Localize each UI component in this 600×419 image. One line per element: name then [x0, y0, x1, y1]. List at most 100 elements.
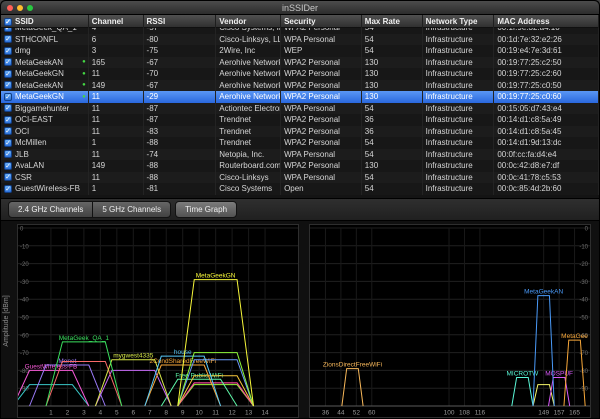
cell-channel: 11	[89, 149, 144, 161]
svg-text:149: 149	[538, 410, 549, 417]
row-checkbox[interactable]: ✓	[4, 47, 12, 55]
ssid-label: OCI-EAST	[15, 115, 53, 124]
cell-channel: 149	[89, 160, 144, 172]
row-checkbox[interactable]: ✓	[4, 116, 12, 124]
cell-vendor: Trendnet	[216, 137, 281, 149]
cell-ssid: ✓MetaGeekGN●	[1, 91, 89, 103]
network-label: house	[174, 349, 192, 356]
column-header-security[interactable]: Security	[281, 15, 362, 28]
cell-ssid: ✓dmg	[1, 45, 89, 57]
row-checkbox[interactable]: ✓	[4, 127, 12, 135]
table-row-sthconfl[interactable]: ✓STHCONFL6-80Cisco-Linksys, LLCWPA Perso…	[1, 34, 599, 46]
cell-rssi: -88	[144, 172, 217, 184]
column-header-max_rate[interactable]: Max Rate	[362, 15, 423, 28]
row-checkbox[interactable]: ✓	[4, 162, 12, 170]
cell-security: Open	[281, 183, 362, 195]
ssid-label: OCI	[15, 127, 29, 136]
column-header-label: Network Type	[426, 17, 478, 26]
svg-text:6: 6	[131, 410, 135, 417]
row-checkbox[interactable]: ✓	[4, 150, 12, 158]
column-header-rssi[interactable]: RSSI	[144, 15, 217, 28]
ssid-label: CSR	[15, 173, 32, 182]
row-checkbox[interactable]: ✓	[4, 70, 12, 78]
svg-text:4: 4	[99, 410, 103, 417]
network-label: mygwest4335	[113, 353, 153, 360]
tab-time-graph[interactable]: Time Graph	[175, 201, 237, 218]
network-table[interactable]: ✓MetaGeek_QA_14-57Cisco Systems, IncWPA2…	[1, 28, 599, 198]
svg-text:52: 52	[353, 410, 361, 417]
svg-text:5: 5	[115, 410, 119, 417]
cell-security: WPA2 Personal	[281, 68, 362, 80]
table-row-metageekgn[interactable]: ✓MetaGeekGN●11-29Aerohive NetworksWPA2 P…	[1, 91, 599, 103]
column-header-ssid[interactable]: ✓SSID	[1, 15, 89, 28]
table-row-mcmillen[interactable]: ✓McMillen1-88TrendnetWPA2 Personal54Infr…	[1, 137, 599, 149]
cell-rssi: -70	[144, 68, 217, 80]
titlebar[interactable]: inSSIDer	[1, 1, 599, 15]
cell-security: WPA2 Personal	[281, 91, 362, 103]
cell-channel: 11	[89, 172, 144, 184]
cell-rssi: -29	[144, 91, 217, 103]
table-row-dmg[interactable]: ✓dmg3-752Wire, IncWEP54Infrastructure00:…	[1, 45, 599, 57]
table-row-oci[interactable]: ✓OCI11-83TrendnetWPA2 Personal36Infrastr…	[1, 126, 599, 138]
row-checkbox[interactable]: ✓	[4, 93, 12, 101]
cell-network_type: Infrastructure	[423, 149, 495, 161]
cell-ssid: ✓McMillen	[1, 137, 89, 149]
signal-strength-icon: ●	[82, 59, 86, 65]
amplitude-axis-label: Amplitude [dBm]	[3, 295, 10, 346]
svg-text:8: 8	[164, 410, 168, 417]
svg-text:-60: -60	[20, 333, 29, 339]
cell-channel: 11	[89, 68, 144, 80]
row-checkbox[interactable]: ✓	[4, 139, 12, 147]
row-checkbox[interactable]: ✓	[4, 58, 12, 66]
table-row-metageekan[interactable]: ✓MetaGeekAN●149-67Aerohive NetworksWPA2 …	[1, 80, 599, 92]
cell-network_type: Infrastructure	[423, 126, 495, 138]
table-row-metageekgn[interactable]: ✓MetaGeekGN●11-70Aerohive NetworksWPA2 P…	[1, 68, 599, 80]
row-checkbox[interactable]: ✓	[4, 28, 12, 32]
cell-security: WPA Personal	[281, 172, 362, 184]
network-shape	[512, 378, 533, 406]
cell-vendor: Aerohive Networks	[216, 91, 281, 103]
table-row-metageekan[interactable]: ✓MetaGeekAN●165-67Aerohive NetworksWPA2 …	[1, 57, 599, 69]
svg-text:13: 13	[245, 410, 253, 417]
svg-text:9: 9	[181, 410, 185, 417]
cell-mac: 00:19:77:25:c0:60	[494, 91, 599, 103]
cell-security: WEP	[281, 45, 362, 57]
cell-network_type: Infrastructure	[423, 183, 495, 195]
row-checkbox[interactable]: ✓	[4, 104, 12, 112]
cell-network_type: Infrastructure	[423, 68, 495, 80]
svg-text:-20: -20	[579, 262, 588, 268]
network-label: ZionsDirectFreeWiFi	[323, 362, 382, 369]
table-row-jlb[interactable]: ✓JLB11-74Netopia, Inc.WPA Personal54Infr…	[1, 149, 599, 161]
table-row-csr[interactable]: ✓CSR11-88Cisco-LinksysWPA Personal54Infr…	[1, 172, 599, 184]
table-row-avalan[interactable]: ✓AvaLAN149-88Routerboard.comWPA2 Persona…	[1, 160, 599, 172]
cell-vendor: Cisco-Linksys, LLC	[216, 34, 281, 46]
table-row-oci-east[interactable]: ✓OCI-EAST11-87TrendnetWPA2 Personal36Inf…	[1, 114, 599, 126]
cell-rssi: -88	[144, 160, 217, 172]
tab-2-4-ghz-channels[interactable]: 2.4 GHz Channels	[8, 201, 93, 218]
tab-5-ghz-channels[interactable]: 5 GHz Channels	[93, 201, 171, 218]
svg-text:-10: -10	[579, 244, 588, 250]
svg-text:44: 44	[337, 410, 345, 417]
cell-max_rate: 130	[362, 57, 423, 69]
cell-channel: 6	[89, 34, 144, 46]
column-header-channel[interactable]: Channel	[89, 15, 144, 28]
cell-network_type: Infrastructure	[423, 160, 495, 172]
cell-vendor: Aerohive Networks	[216, 57, 281, 69]
close-window-button[interactable]	[7, 5, 13, 11]
table-row-guestwireless-fb[interactable]: ✓GuestWireless-FB1-81Cisco SystemsOpen54…	[1, 183, 599, 195]
row-checkbox[interactable]: ✓	[4, 185, 12, 193]
inssider-window: inSSIDer ✓SSIDChannelRSSIVendorSecurityM…	[0, 0, 600, 419]
row-checkbox[interactable]: ✓	[4, 81, 12, 89]
select-all-checkbox[interactable]: ✓	[4, 18, 12, 26]
row-checkbox[interactable]: ✓	[4, 173, 12, 181]
column-header-network_type[interactable]: Network Type	[423, 15, 495, 28]
table-row-biggamehunter[interactable]: ✓Biggamehunter11-87Actiontec Electronics…	[1, 103, 599, 115]
cell-rssi: -88	[144, 137, 217, 149]
zoom-window-button[interactable]	[27, 5, 33, 11]
column-header-vendor[interactable]: Vendor	[216, 15, 281, 28]
column-header-mac[interactable]: MAC Address	[494, 15, 599, 28]
minimize-window-button[interactable]	[17, 5, 23, 11]
cell-rssi: -81	[144, 183, 217, 195]
cell-mac: 00:19:e4:7e:3d:61	[494, 45, 599, 57]
row-checkbox[interactable]: ✓	[4, 35, 12, 43]
